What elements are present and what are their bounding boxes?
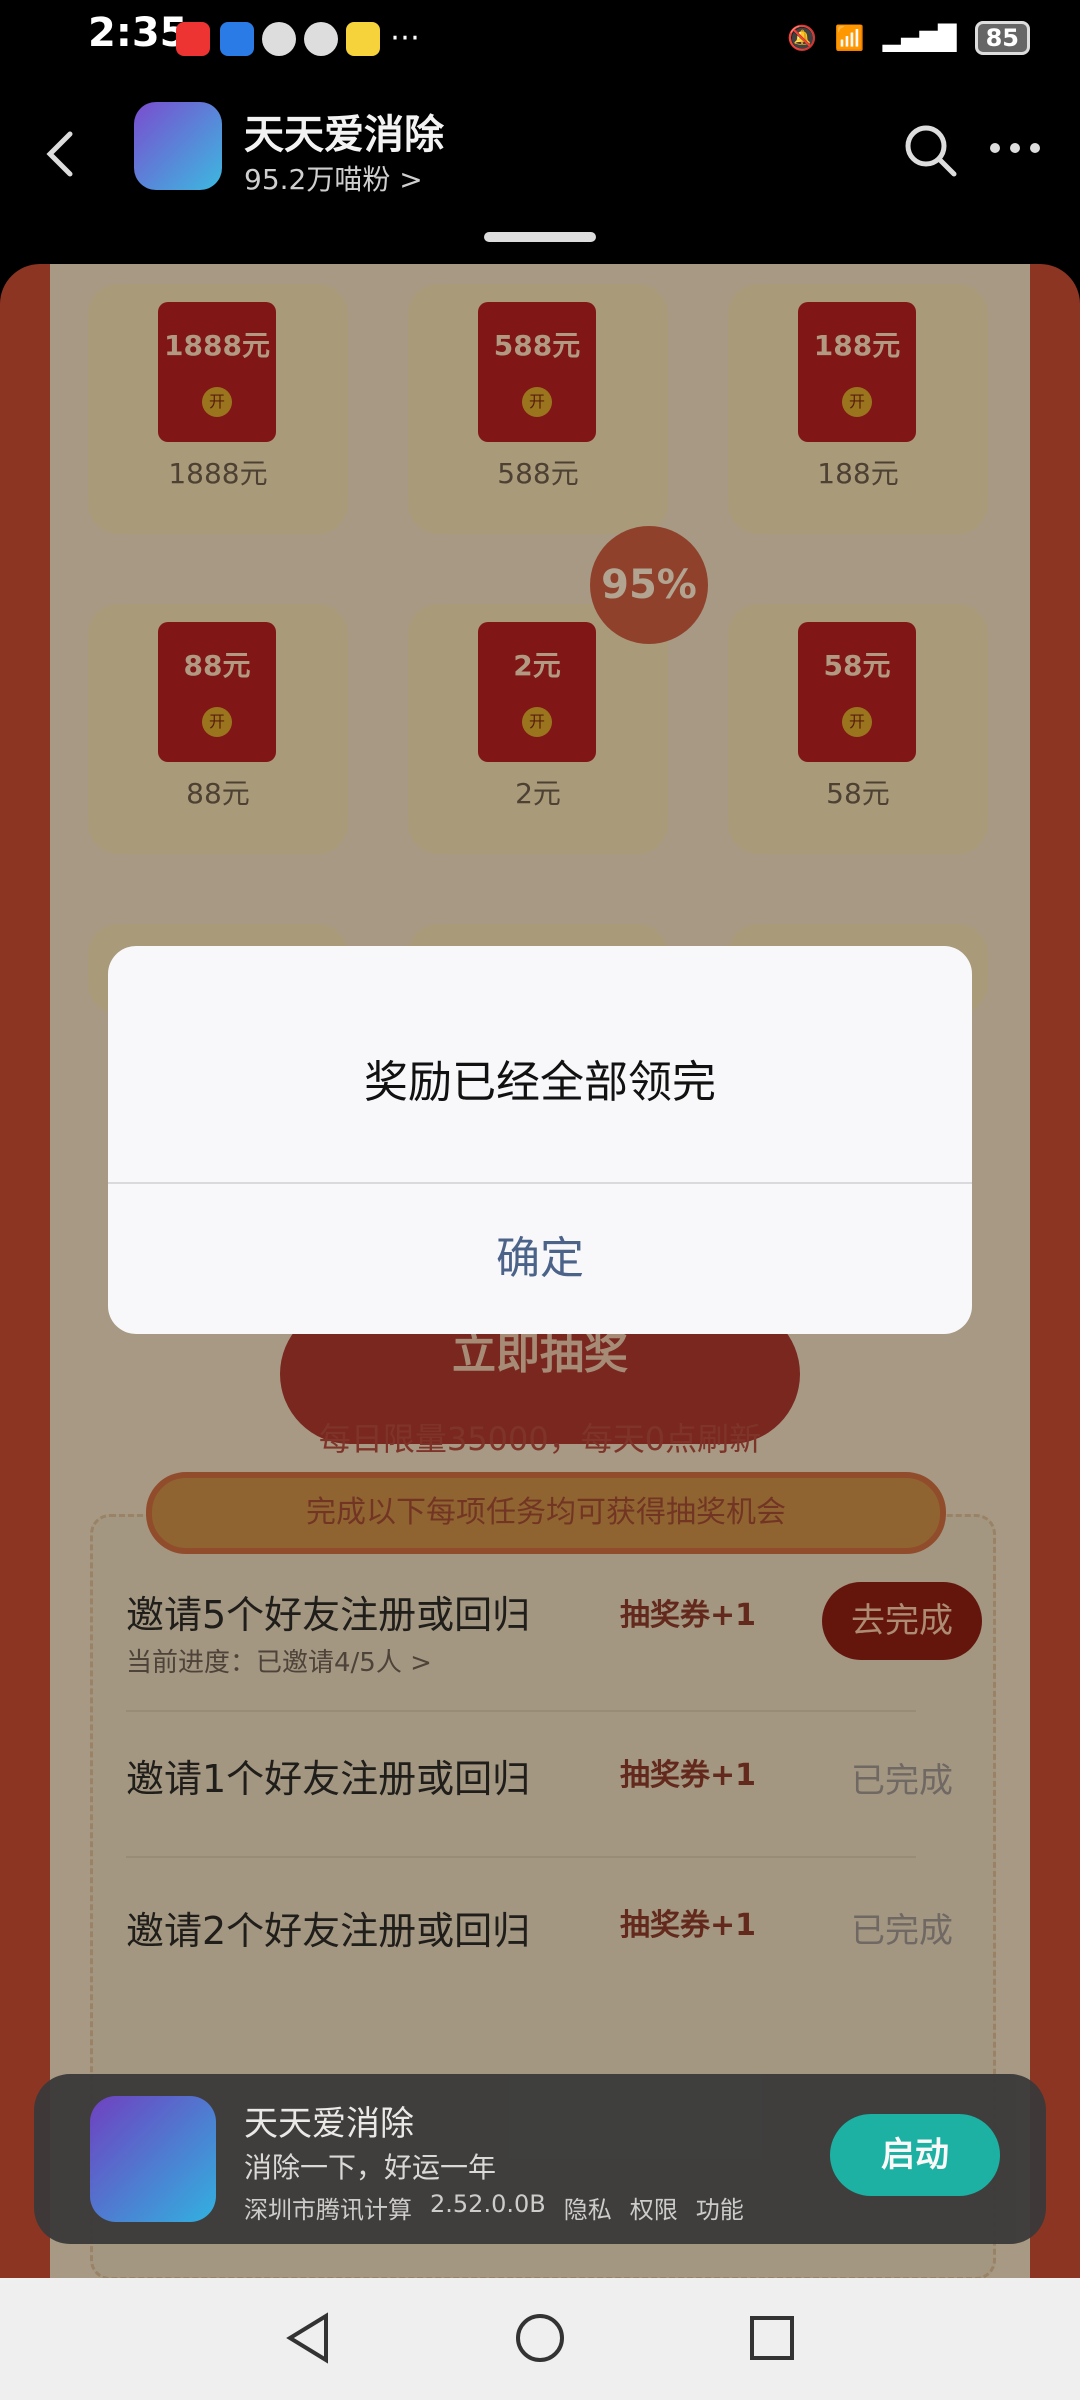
app-card-name: 天天爱消除 bbox=[244, 2104, 414, 2144]
status-time: 2:35 bbox=[88, 10, 188, 56]
alert-dialog: 奖励已经全部领完 确定 bbox=[108, 946, 972, 1334]
mini-app-header: 天天爱消除 95.2万喵粉 > bbox=[0, 80, 1080, 242]
message-icon bbox=[304, 22, 338, 56]
shield-icon bbox=[220, 22, 254, 56]
confirm-button[interactable]: 确定 bbox=[108, 1184, 972, 1334]
search-icon[interactable] bbox=[900, 120, 960, 180]
mute-icon: 🔕 bbox=[786, 24, 817, 52]
dialog-message: 奖励已经全部领完 bbox=[364, 1057, 716, 1108]
app-icon[interactable] bbox=[134, 102, 222, 190]
notification-icon bbox=[346, 22, 380, 56]
wifi-icon: 📶 bbox=[834, 24, 865, 52]
home-circle-icon[interactable] bbox=[510, 2308, 570, 2368]
drag-handle[interactable] bbox=[484, 232, 596, 242]
notification-app-icon bbox=[176, 22, 210, 56]
more-options-icon[interactable] bbox=[980, 128, 1050, 168]
signal-icon: ▂▄▆█ bbox=[882, 24, 957, 52]
back-triangle-icon[interactable] bbox=[278, 2308, 338, 2368]
system-nav-bar bbox=[0, 2278, 1080, 2400]
battery-indicator: 85 bbox=[974, 21, 1030, 55]
permissions-link[interactable]: 权限 bbox=[630, 2190, 678, 2225]
recents-square-icon[interactable] bbox=[742, 2308, 802, 2368]
features-link[interactable]: 功能 bbox=[696, 2190, 744, 2225]
status-bar: 2:35 ⋯ 🔕 📶 ▂▄▆█ 85 bbox=[0, 0, 1080, 80]
developer-name: 深圳市腾讯计算 bbox=[244, 2196, 412, 2224]
app-card-icon bbox=[90, 2096, 216, 2222]
more-notifications-icon: ⋯ bbox=[390, 20, 420, 55]
app-card-meta: 深圳市腾讯计算 2.52.0.0B 隐私 权限 功能 bbox=[244, 2190, 744, 2225]
privacy-link[interactable]: 隐私 bbox=[564, 2190, 612, 2225]
mini-app-card: 天天爱消除 消除一下，好运一年 深圳市腾讯计算 2.52.0.0B 隐私 权限 … bbox=[34, 2074, 1046, 2244]
status-right: 🔕 📶 ▂▄▆█ 85 bbox=[787, 16, 1030, 60]
launch-button[interactable]: 启动 bbox=[830, 2114, 1000, 2196]
wechat-icon bbox=[262, 22, 296, 56]
page-title: 天天爱消除 bbox=[244, 112, 444, 158]
app-version: 2.52.0.0B bbox=[430, 2190, 546, 2218]
back-icon[interactable] bbox=[40, 124, 80, 184]
app-card-slogan: 消除一下，好运一年 bbox=[244, 2151, 497, 2184]
fans-count[interactable]: 95.2万喵粉 > bbox=[244, 158, 423, 198]
